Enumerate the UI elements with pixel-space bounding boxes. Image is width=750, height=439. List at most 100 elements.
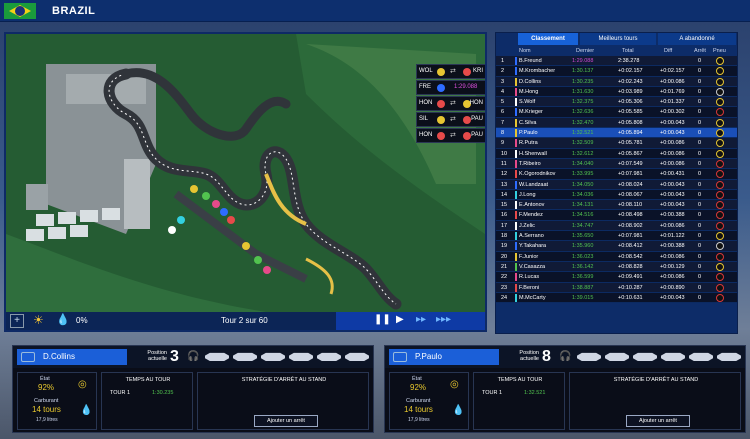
table-row[interactable]: 23 F.Beroni 1:38.887 +0:10.287 +0:00.890 0 bbox=[496, 282, 737, 293]
row-last-lap: 1:35.960 bbox=[572, 243, 594, 250]
add-stop-button[interactable]: Ajouter un arrêt bbox=[626, 415, 690, 427]
table-row[interactable]: 3 D.Collins 1:30.235 +0:02.243 +0:00.086 0 bbox=[496, 76, 737, 87]
table-row[interactable]: 5 S.Wolf 1:32.375 +0:05.306 +0:01.337 0 bbox=[496, 97, 737, 108]
pause-icon[interactable]: ❚❚ bbox=[374, 314, 391, 325]
row-driver-name: M.Hong bbox=[519, 88, 539, 95]
car-icon[interactable] bbox=[577, 352, 601, 361]
car-icon[interactable] bbox=[717, 352, 741, 361]
car-icon[interactable] bbox=[289, 352, 313, 361]
tyre-compound-icon bbox=[716, 190, 724, 199]
row-driver-name: E.Antonov bbox=[519, 202, 545, 209]
table-row[interactable]: 9 R.Putra 1:32.509 +0:05.781 +0:00.086 0 bbox=[496, 138, 737, 149]
row-total: +0:08.498 bbox=[618, 212, 643, 219]
table-row[interactable]: 19 Y.Takahara 1:35.960 +0:08.412 +0:00.388 0 bbox=[496, 241, 737, 252]
row-last-lap: 1:31.630 bbox=[572, 88, 594, 95]
table-row[interactable]: 6 M.Krieger 1:32.636 +0:05.585 +0:00.302 0 bbox=[496, 107, 737, 118]
row-driver-name: P.Paulo bbox=[519, 130, 538, 137]
table-row[interactable]: 24 M.McCarty 1:39.015 +0:10.631 +0:00.043 0 bbox=[496, 292, 737, 304]
row-diff: +0:00.043 bbox=[660, 191, 685, 198]
row-stops: 0 bbox=[698, 274, 702, 281]
row-diff: +0:01.337 bbox=[660, 99, 685, 106]
play-icon[interactable]: ▶ bbox=[396, 314, 404, 325]
row-position: 5 bbox=[501, 99, 505, 106]
headphones-icon[interactable]: 🎧 bbox=[559, 351, 571, 362]
table-row[interactable]: 17 J.Zelic 1:34.747 +0:08.902 +0:00.086 0 bbox=[496, 220, 737, 232]
driver-name-box[interactable]: P.Paulo bbox=[389, 349, 499, 365]
table-row[interactable]: 14 J.Long 1:34.036 +0:08.067 +0:00.043 0 bbox=[496, 189, 737, 201]
row-diff: +0:00.388 bbox=[660, 243, 685, 250]
tyre-compound-icon bbox=[716, 283, 724, 292]
table-row[interactable]: 2 M.Krombacher 1:30.137 +0:02.157 +0:02.157 0 bbox=[496, 66, 737, 77]
tyre-compound-icon bbox=[716, 67, 724, 76]
driver-name-box[interactable]: D.Collins bbox=[17, 349, 127, 365]
car-icon[interactable] bbox=[261, 352, 285, 361]
row-diff: +0:00.086 bbox=[660, 274, 685, 281]
track-map[interactable]: WOL ⇄ KRI FRE 1:29.088 HON ⇄ HON SIL ⇄ P… bbox=[4, 32, 487, 332]
row-total: +0:05.585 bbox=[618, 109, 643, 116]
row-position: 9 bbox=[501, 140, 505, 147]
tyre-compound-icon bbox=[716, 159, 724, 168]
table-row[interactable]: 13 W.Landzaat 1:34.050 +0:08.024 +0:00.043 0 bbox=[496, 179, 737, 190]
add-stop-button[interactable]: Ajouter un arrêt bbox=[254, 415, 318, 427]
car-icon[interactable] bbox=[205, 352, 229, 361]
tab-retired[interactable]: A abandonné bbox=[658, 33, 736, 45]
fast-forward-icon[interactable]: ▸▸ bbox=[416, 314, 426, 325]
row-diff: +0:01.769 bbox=[660, 88, 685, 95]
car-state: 92% bbox=[38, 383, 55, 392]
car-icon[interactable] bbox=[345, 352, 369, 361]
table-row[interactable]: 12 K.Ogorodnikov 1:33.995 +0:07.981 +0:00.43… bbox=[496, 169, 737, 180]
row-diff: +0:00.086 bbox=[660, 140, 685, 147]
headphones-icon[interactable]: 🎧 bbox=[187, 351, 199, 362]
battle-row: HON ⇄ PAU bbox=[416, 128, 485, 143]
team-color-bar bbox=[515, 87, 517, 96]
crosshair-icon[interactable]: + bbox=[10, 314, 24, 328]
tyre-compound-icon bbox=[716, 262, 724, 271]
position-label: Position actuelle bbox=[147, 350, 167, 362]
row-diff: +0:00.890 bbox=[660, 284, 685, 291]
fastest-forward-icon[interactable]: ▸▸▸ bbox=[436, 314, 451, 325]
row-total: +0:03.989 bbox=[618, 88, 643, 95]
car-icon[interactable] bbox=[689, 352, 713, 361]
car-icon[interactable] bbox=[233, 352, 257, 361]
table-row[interactable]: 22 R.Lucas 1:36.599 +0:09.491 +0:00.086 0 bbox=[496, 272, 737, 283]
row-last-lap: 1:29.088 bbox=[572, 58, 594, 64]
car-icon[interactable] bbox=[633, 352, 657, 361]
battle-row: FRE 1:29.088 bbox=[416, 80, 485, 95]
fuel-drop-icon: 💧 bbox=[80, 405, 93, 416]
table-row[interactable]: 1 B.Freund 1:29.088 2:38.278 0 bbox=[496, 56, 737, 67]
table-row[interactable]: 18 A.Serrano 1:35.650 +0:07.981 +0:01.122 0 bbox=[496, 231, 737, 242]
team-color-bar bbox=[515, 201, 517, 210]
table-row[interactable]: 11 T.Ribeiro 1:34.040 +0:07.549 +0:00.086 0 bbox=[496, 158, 737, 170]
battle-row: WOL ⇄ KRI bbox=[416, 64, 485, 79]
car-icon[interactable] bbox=[317, 352, 341, 361]
table-row[interactable]: 15 E.Antonov 1:34.131 +0:08.110 +0:00.043 0 bbox=[496, 200, 737, 211]
row-total: +0:07.549 bbox=[618, 160, 643, 167]
tyre-icon: ◎ bbox=[450, 379, 459, 390]
table-row[interactable]: 4 M.Hong 1:31.630 +0:03.989 +0:01.769 0 bbox=[496, 86, 737, 98]
driver-name: D.Collins bbox=[43, 352, 76, 361]
tab-classement[interactable]: Classement bbox=[518, 33, 578, 45]
car-icon[interactable] bbox=[661, 352, 685, 361]
tyre-compound-icon bbox=[716, 180, 724, 189]
fuel-laps: 14 tours bbox=[32, 405, 61, 414]
team-color-bar bbox=[515, 283, 517, 292]
lap-times: TEMPS AU TOUR TOUR 1 1:30.235 bbox=[101, 372, 193, 430]
table-row[interactable]: 10 H.Shenwall 1:32.612 +0:05.867 +0:00.086 0 bbox=[496, 148, 737, 159]
row-stops: 0 bbox=[698, 160, 702, 167]
car-icon[interactable] bbox=[605, 352, 629, 361]
table-row[interactable]: 7 C.Silva 1:32.470 +0:05.808 +0:00.043 0 bbox=[496, 117, 737, 129]
tab-best-laps[interactable]: Meilleurs tours bbox=[580, 33, 656, 45]
table-header: Nom Dernier Total Diff Arrêt Pneu bbox=[519, 48, 726, 54]
team-color-bar bbox=[515, 232, 517, 241]
table-row[interactable]: 21 V.Casazza 1:36.142 +0:08.828 +0:00.129 0 bbox=[496, 261, 737, 273]
driver-card-icon bbox=[21, 352, 35, 362]
row-last-lap: 1:32.521 bbox=[572, 130, 594, 137]
row-total: +0:10.631 bbox=[618, 294, 643, 301]
team-color-bar bbox=[515, 129, 517, 138]
row-stops: 0 bbox=[698, 284, 702, 291]
table-row[interactable]: 20 F.Junior 1:36.023 +0:08.542 +0:00.086 0 bbox=[496, 251, 737, 262]
table-row[interactable]: 8 P.Paulo 1:32.521 +0:05.894 +0:00.043 0 bbox=[496, 128, 737, 139]
team-color-bar bbox=[515, 180, 517, 189]
table-row[interactable]: 16 F.Mendez 1:34.516 +0:08.498 +0:00.388 0 bbox=[496, 210, 737, 221]
row-stops: 0 bbox=[698, 253, 702, 260]
